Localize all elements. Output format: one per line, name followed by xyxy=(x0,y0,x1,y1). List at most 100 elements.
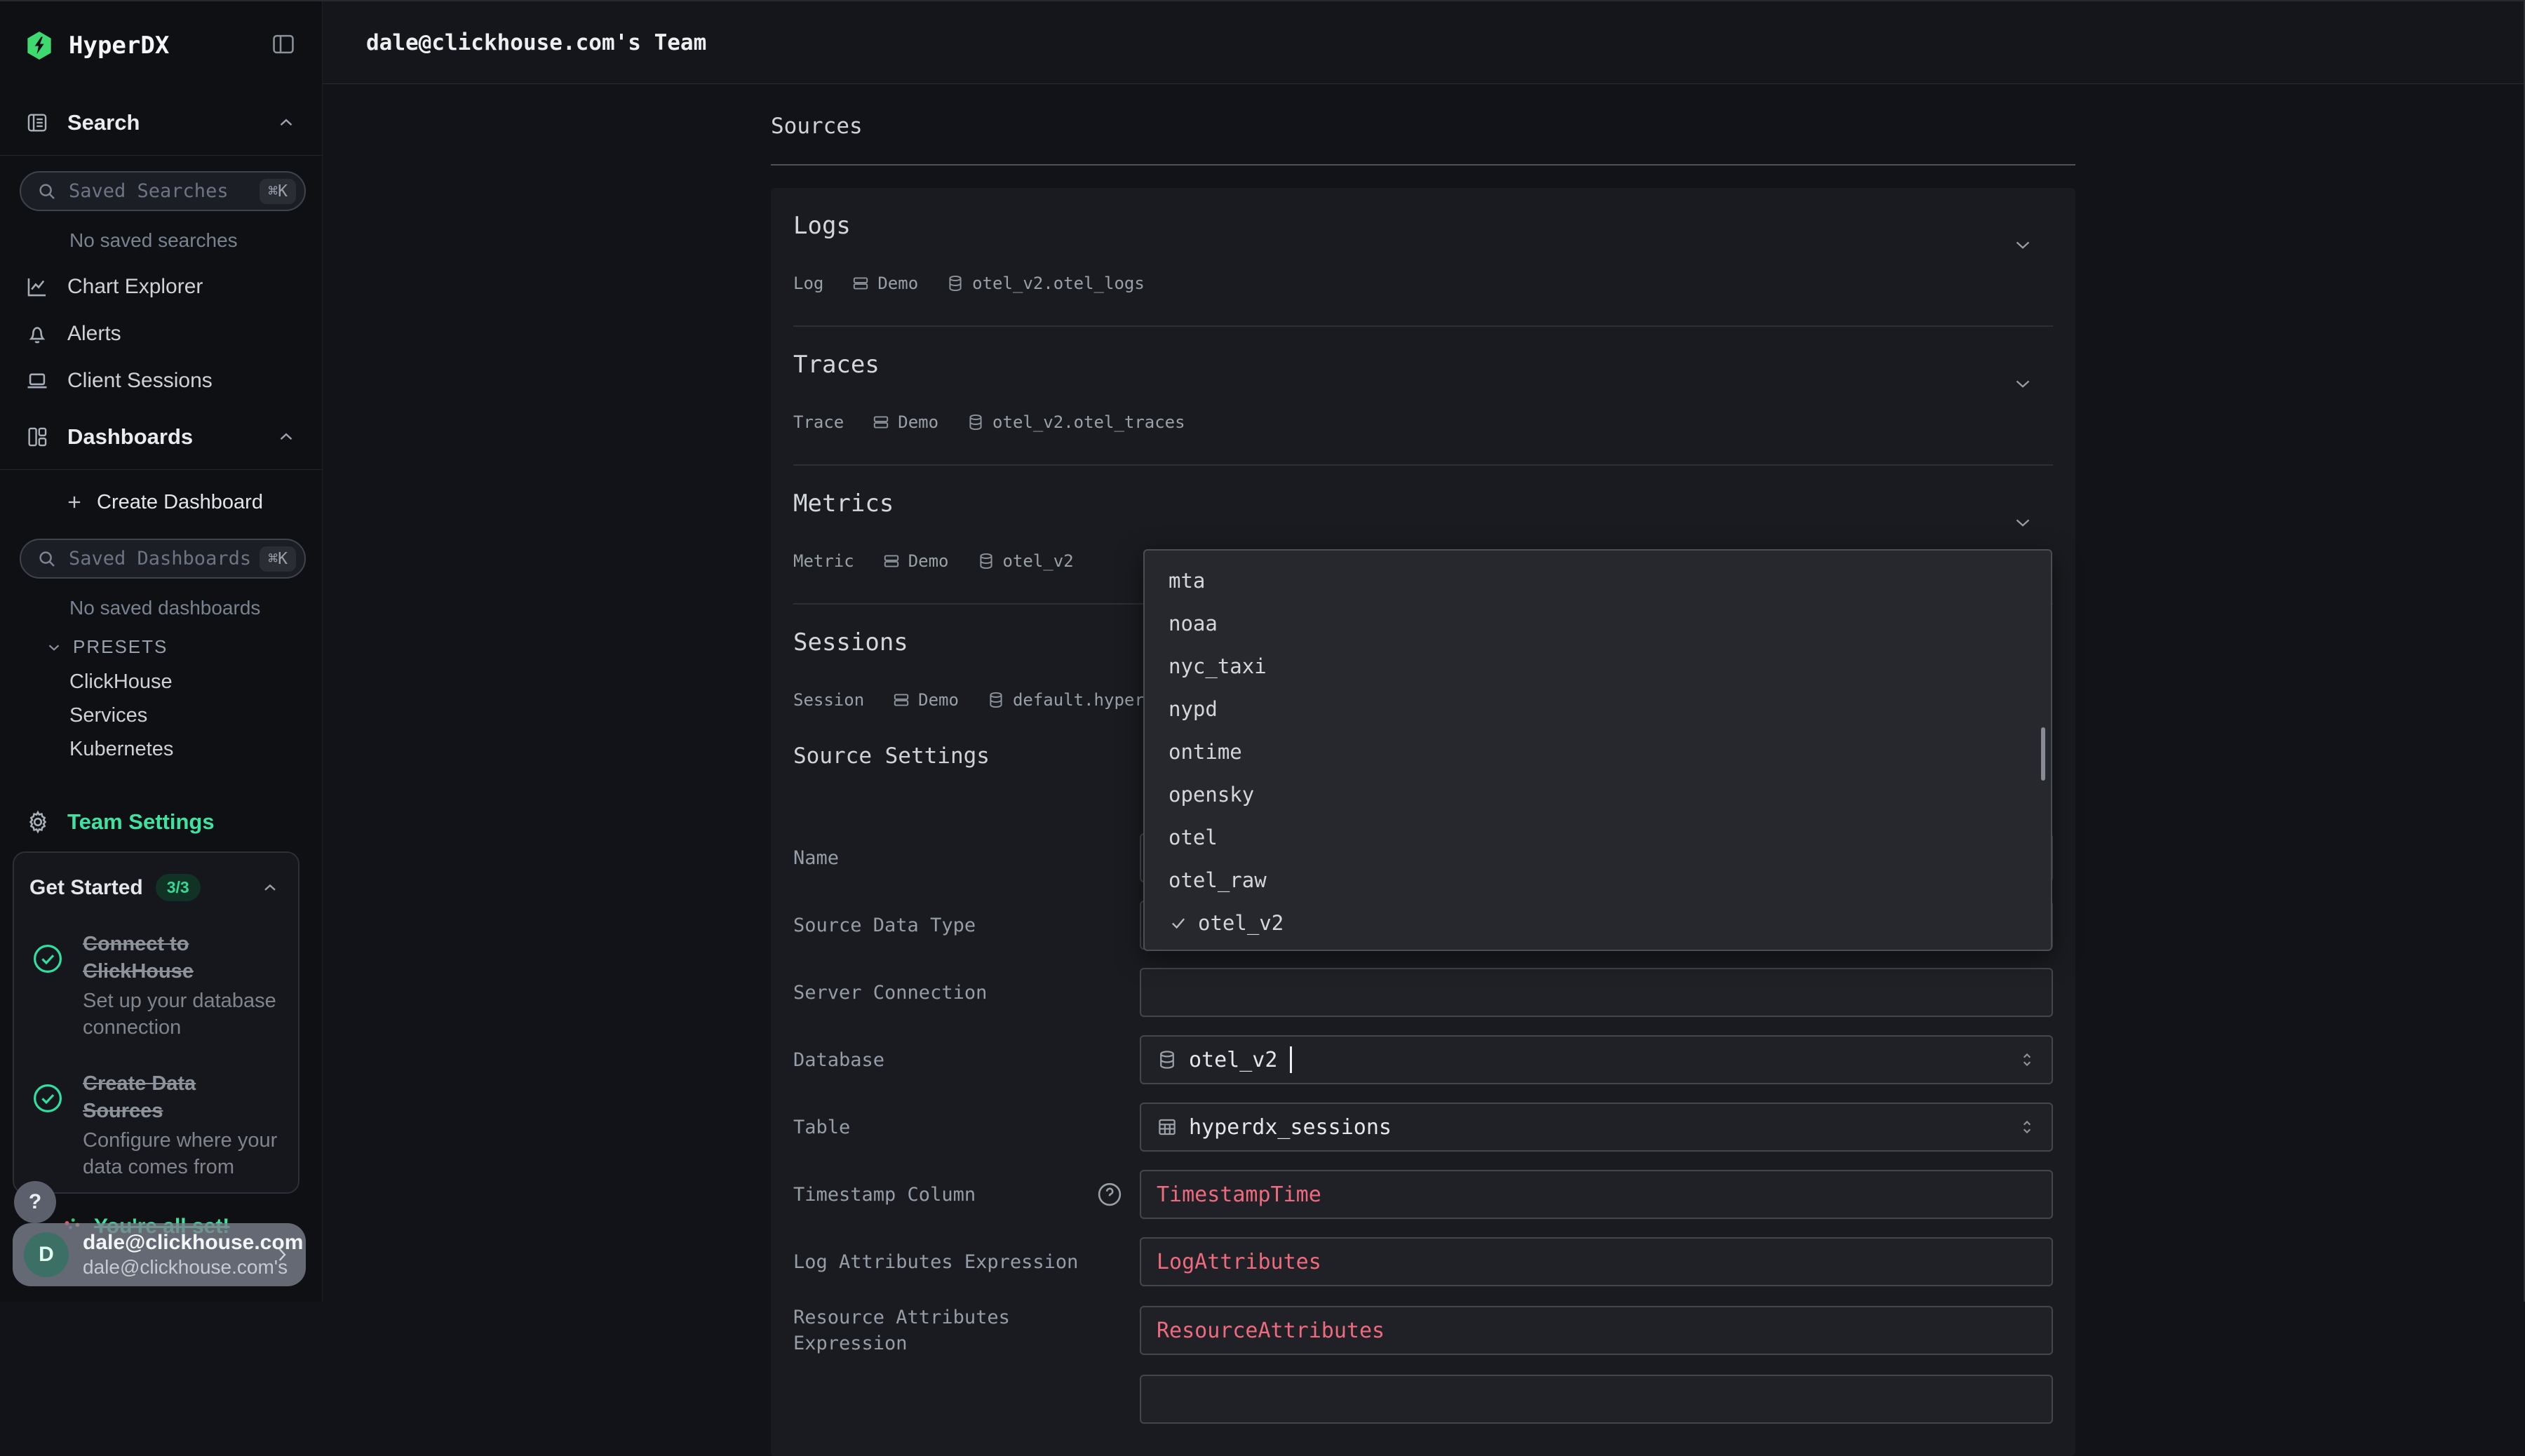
topbar: dale@clickhouse.com's Team xyxy=(323,1,2524,84)
check-circle-icon xyxy=(31,1081,65,1115)
text-cursor xyxy=(1290,1046,1292,1073)
chevron-down-icon[interactable] xyxy=(2011,511,2035,534)
saved-dashboards-input[interactable]: ⌘K xyxy=(20,539,306,579)
database-icon xyxy=(987,691,1005,709)
heading-divider xyxy=(771,164,2075,166)
laptop-icon xyxy=(25,369,49,393)
chevron-up-icon xyxy=(276,112,297,133)
dropdown-option[interactable]: ontime xyxy=(1145,730,2051,773)
connection-tag: Demo xyxy=(882,551,949,571)
saved-searches-field[interactable] xyxy=(69,180,260,202)
dropdown-option[interactable]: noaa xyxy=(1145,602,2051,645)
app-title: HyperDX xyxy=(69,32,270,60)
timestamp-column-input[interactable]: TimestampTime xyxy=(1140,1170,2053,1219)
sidebar-item-chart-explorer[interactable]: Chart Explorer xyxy=(0,263,322,310)
sidebar-section-search[interactable]: Search xyxy=(0,90,322,156)
source-title: Metrics xyxy=(793,490,894,518)
dropdown-scrollbar[interactable] xyxy=(2041,727,2045,781)
table-path: otel_v2.otel_logs xyxy=(972,274,1145,293)
field-label: Table xyxy=(793,1114,850,1140)
sidebar-nav: Chart Explorer Alerts Client Sessions xyxy=(0,263,322,404)
team-settings-label: Team Settings xyxy=(67,809,215,835)
timestamp-value: TimestampTime xyxy=(1157,1182,1321,1207)
field-label: Source Data Type xyxy=(793,912,976,938)
gear-icon xyxy=(25,809,50,835)
create-dashboard-label: Create Dashboard xyxy=(97,491,263,514)
database-select[interactable]: otel_v2 xyxy=(1140,1035,2053,1084)
database-value: otel_v2 xyxy=(1189,1048,1277,1072)
checklist-item-title: Connect to ClickHouse xyxy=(83,931,280,985)
search-icon xyxy=(36,181,58,202)
sidebar-item-label: Alerts xyxy=(67,322,121,346)
preset-item-services[interactable]: Services xyxy=(0,699,322,732)
checklist-item-desc: Configure where your data comes from xyxy=(83,1127,280,1180)
sidebar-item-alerts[interactable]: Alerts xyxy=(0,310,322,357)
database-icon xyxy=(967,413,985,431)
resource-attributes-input[interactable]: ResourceAttributes xyxy=(1140,1306,2053,1355)
sidebar: HyperDX Search xyxy=(0,1,323,1302)
create-dashboard-button[interactable]: Create Dashboard xyxy=(0,481,322,523)
connection-name: Demo xyxy=(908,551,949,571)
chevron-down-icon[interactable] xyxy=(2011,233,2035,257)
content-area: Sources Logs Log xyxy=(323,84,2524,1456)
checklist-item-title: Create Data Sources xyxy=(83,1070,280,1125)
server-icon xyxy=(851,274,870,292)
kbd-shortcut-badge: ⌘K xyxy=(260,179,296,204)
field-label: Timestamp Column xyxy=(793,1182,976,1208)
form-row-server-connection: Server Connection xyxy=(793,968,2053,1017)
dropdown-option[interactable]: otel_raw xyxy=(1145,858,2051,901)
checklist-item[interactable]: Create Data Sources Configure where your… xyxy=(29,1070,280,1180)
connection-name: Demo xyxy=(877,274,918,293)
dropdown-option[interactable]: mta xyxy=(1145,559,2051,602)
saved-dashboards-field[interactable] xyxy=(69,548,260,569)
checklist-item[interactable]: Connect to ClickHouse Set up your databa… xyxy=(29,931,280,1041)
chart-explorer-icon xyxy=(25,275,49,299)
field-label: Resource Attributes Expression xyxy=(793,1305,1025,1356)
form-row-timestamp: Timestamp Column TimestampTime xyxy=(793,1170,2053,1219)
unfold-icon[interactable] xyxy=(2018,1118,2036,1136)
help-button[interactable]: ? xyxy=(14,1181,56,1223)
table-value: hyperdx_sessions xyxy=(1189,1115,1392,1140)
avatar: D xyxy=(24,1232,69,1277)
connection-name: Demo xyxy=(918,690,959,710)
sidebar-collapse-icon[interactable] xyxy=(270,31,297,61)
form-row-partial xyxy=(793,1375,2053,1424)
sidebar-item-client-sessions[interactable]: Client Sessions xyxy=(0,357,322,404)
dropdown-option[interactable]: opensky xyxy=(1145,773,2051,816)
preset-item-kubernetes[interactable]: Kubernetes xyxy=(0,732,322,766)
table-select[interactable]: hyperdx_sessions xyxy=(1140,1103,2053,1152)
get-started-header[interactable]: Get Started 3/3 xyxy=(29,874,280,901)
chevron-up-icon[interactable] xyxy=(260,878,280,898)
saved-searches-input[interactable]: ⌘K xyxy=(20,171,306,211)
dropdown-option[interactable]: otel xyxy=(1145,816,2051,858)
dropdown-option[interactable]: nyc_taxi xyxy=(1145,645,2051,687)
presets-toggle[interactable]: PRESETS xyxy=(45,636,322,658)
form-row-resource-attributes: Resource Attributes Expression ResourceA… xyxy=(793,1305,2053,1356)
user-menu[interactable]: D dale@clickhouse.com dale@clickhouse.co… xyxy=(13,1223,306,1286)
presets-list: ClickHouse Services Kubernetes xyxy=(0,665,322,766)
preset-item-clickhouse[interactable]: ClickHouse xyxy=(0,665,322,699)
source-type: Log xyxy=(793,274,823,293)
table-path: otel_v2.otel_traces xyxy=(992,412,1185,432)
source-section-logs: Logs Log Demo xyxy=(793,188,2053,325)
team-settings-link[interactable]: Team Settings xyxy=(0,801,322,843)
dropdown-option-selected[interactable]: otel_v2 xyxy=(1145,901,2051,944)
connection-tag: Demo xyxy=(892,690,959,710)
partial-input[interactable] xyxy=(1140,1375,2053,1424)
table-path-tag: otel_v2 xyxy=(977,551,1074,571)
bell-icon xyxy=(25,322,49,346)
dropdown-option[interactable]: nypd xyxy=(1145,687,2051,730)
table-icon xyxy=(1157,1117,1178,1138)
help-icon[interactable] xyxy=(1095,1180,1124,1209)
database-dropdown: mta noaa nyc_taxi nypd ontime opensky ot… xyxy=(1143,549,2052,951)
form-row-database: Database otel_v2 xyxy=(793,1035,2053,1084)
log-attributes-value: LogAttributes xyxy=(1157,1250,1321,1274)
log-attributes-input[interactable]: LogAttributes xyxy=(1140,1237,2053,1286)
unfold-icon[interactable] xyxy=(2018,1051,2036,1069)
sidebar-section-dashboards[interactable]: Dashboards xyxy=(0,404,322,470)
server-connection-select[interactable] xyxy=(1140,968,2053,1017)
field-label: Server Connection xyxy=(793,980,987,1006)
table-path: otel_v2 xyxy=(1003,551,1074,571)
table-path-tag: otel_v2.otel_traces xyxy=(967,412,1185,432)
chevron-down-icon[interactable] xyxy=(2011,372,2035,396)
